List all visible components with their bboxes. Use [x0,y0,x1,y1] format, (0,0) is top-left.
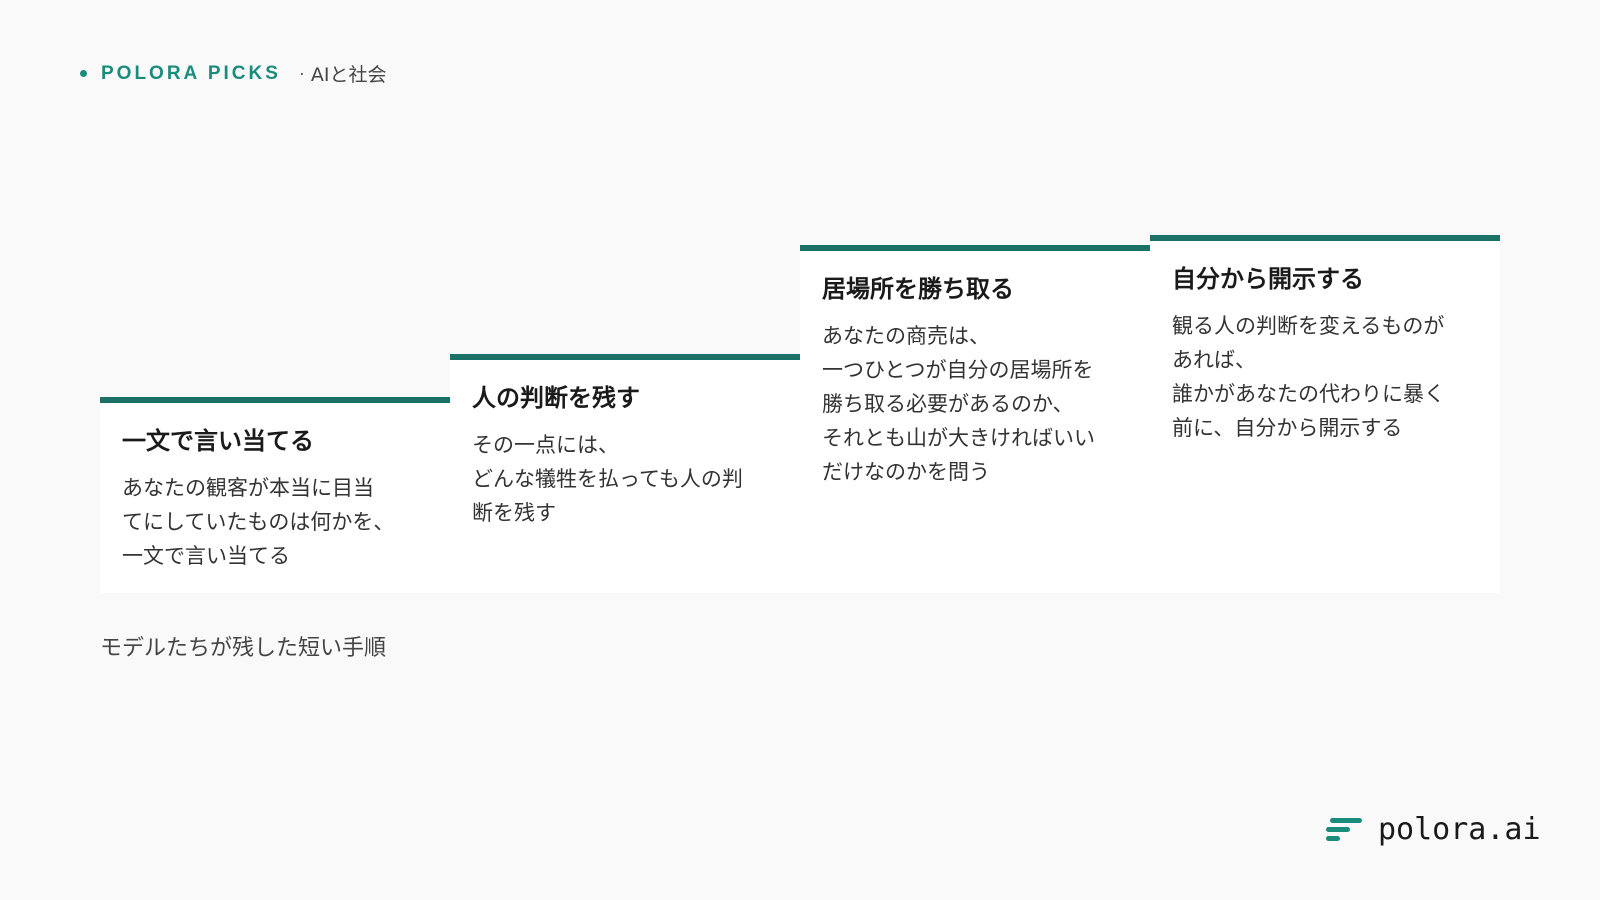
logo-text: polora.ai [1378,812,1541,847]
caption: モデルたちが残した短い手順 [100,636,387,661]
step-title: 一文で言い当てる [122,427,314,455]
step-card-4: 自分から開示する 観る人の判断を変えるものが あれば、 誰かがあなたの代わりに暴… [1150,235,1500,593]
step-title: 居場所を勝ち取る [822,275,1014,303]
header-separator: · [298,63,305,83]
step-body: あなたの観客が本当に目当 てにしていたものは何かを、 一文で言い当てる [122,476,395,568]
topic-label: AIと社会 [310,64,387,86]
step-title: 自分から開示する [1172,265,1364,293]
bullet-dot-icon [80,70,87,77]
logo: polora.ai [1326,812,1541,847]
step-body: その一点には、 どんな犠牲を払っても人の判 断を残す [472,433,743,525]
step-title: 人の判断を残す [472,384,640,412]
step-card-1: 一文で言い当てる あなたの観客が本当に目当 てにしていたものは何かを、 一文で言… [100,397,450,593]
header: POLORA PICKS · AIと社会 [80,60,387,87]
step-body: あなたの商売は、 一つひとつが自分の居場所を 勝ち取る必要があるのか、 それとも… [822,324,1095,484]
polora-logo-icon [1326,817,1362,841]
step-card-2: 人の判断を残す その一点には、 どんな犠牲を払っても人の判 断を残す [450,354,800,593]
brand-label: POLORA PICKS [101,62,281,84]
step-body: 観る人の判断を変えるものが あれば、 誰かがあなたの代わりに暴く 前に、自分から… [1172,314,1445,440]
step-card-3: 居場所を勝ち取る あなたの商売は、 一つひとつが自分の居場所を 勝ち取る必要があ… [800,245,1150,593]
